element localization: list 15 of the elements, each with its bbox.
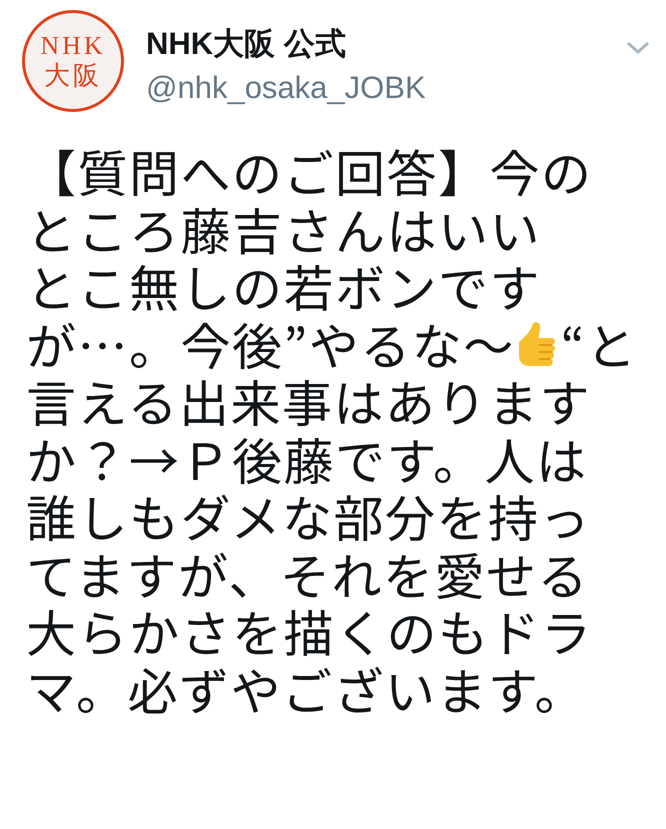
tweet-text-line: とこ無しの若ボンです [26, 258, 541, 316]
account-handle[interactable]: @nhk_osaka_JOBK [146, 64, 604, 112]
tweet-text-line: マ。必ずやございます。 [26, 660, 586, 718]
tweet-text-line: “と [560, 316, 638, 373]
tweet-text-line: てますが、それを愛せる [26, 546, 589, 603]
tweet-text-line: 【質問へのご回答】今の [26, 143, 592, 200]
tweet-text-line: 誰しもダメな部分を持っ [26, 488, 591, 546]
tweet-text-line: 言える出来事はあります [26, 373, 591, 430]
tweet-text-line: 大らかさを描くのもドラ [26, 603, 592, 660]
account-name[interactable]: NHK大阪 公式 [146, 24, 604, 64]
tweet-text-line: が…。今後”やるな～ [26, 316, 515, 373]
avatar-logo[interactable]: NHK 大阪 [22, 10, 124, 112]
tweet-text-line: か？→Ｐ後藤です。人は [26, 430, 588, 488]
chevron-down-icon[interactable] [626, 40, 650, 56]
tweet-text-line: ところ藤吉さんはいい [26, 200, 541, 258]
